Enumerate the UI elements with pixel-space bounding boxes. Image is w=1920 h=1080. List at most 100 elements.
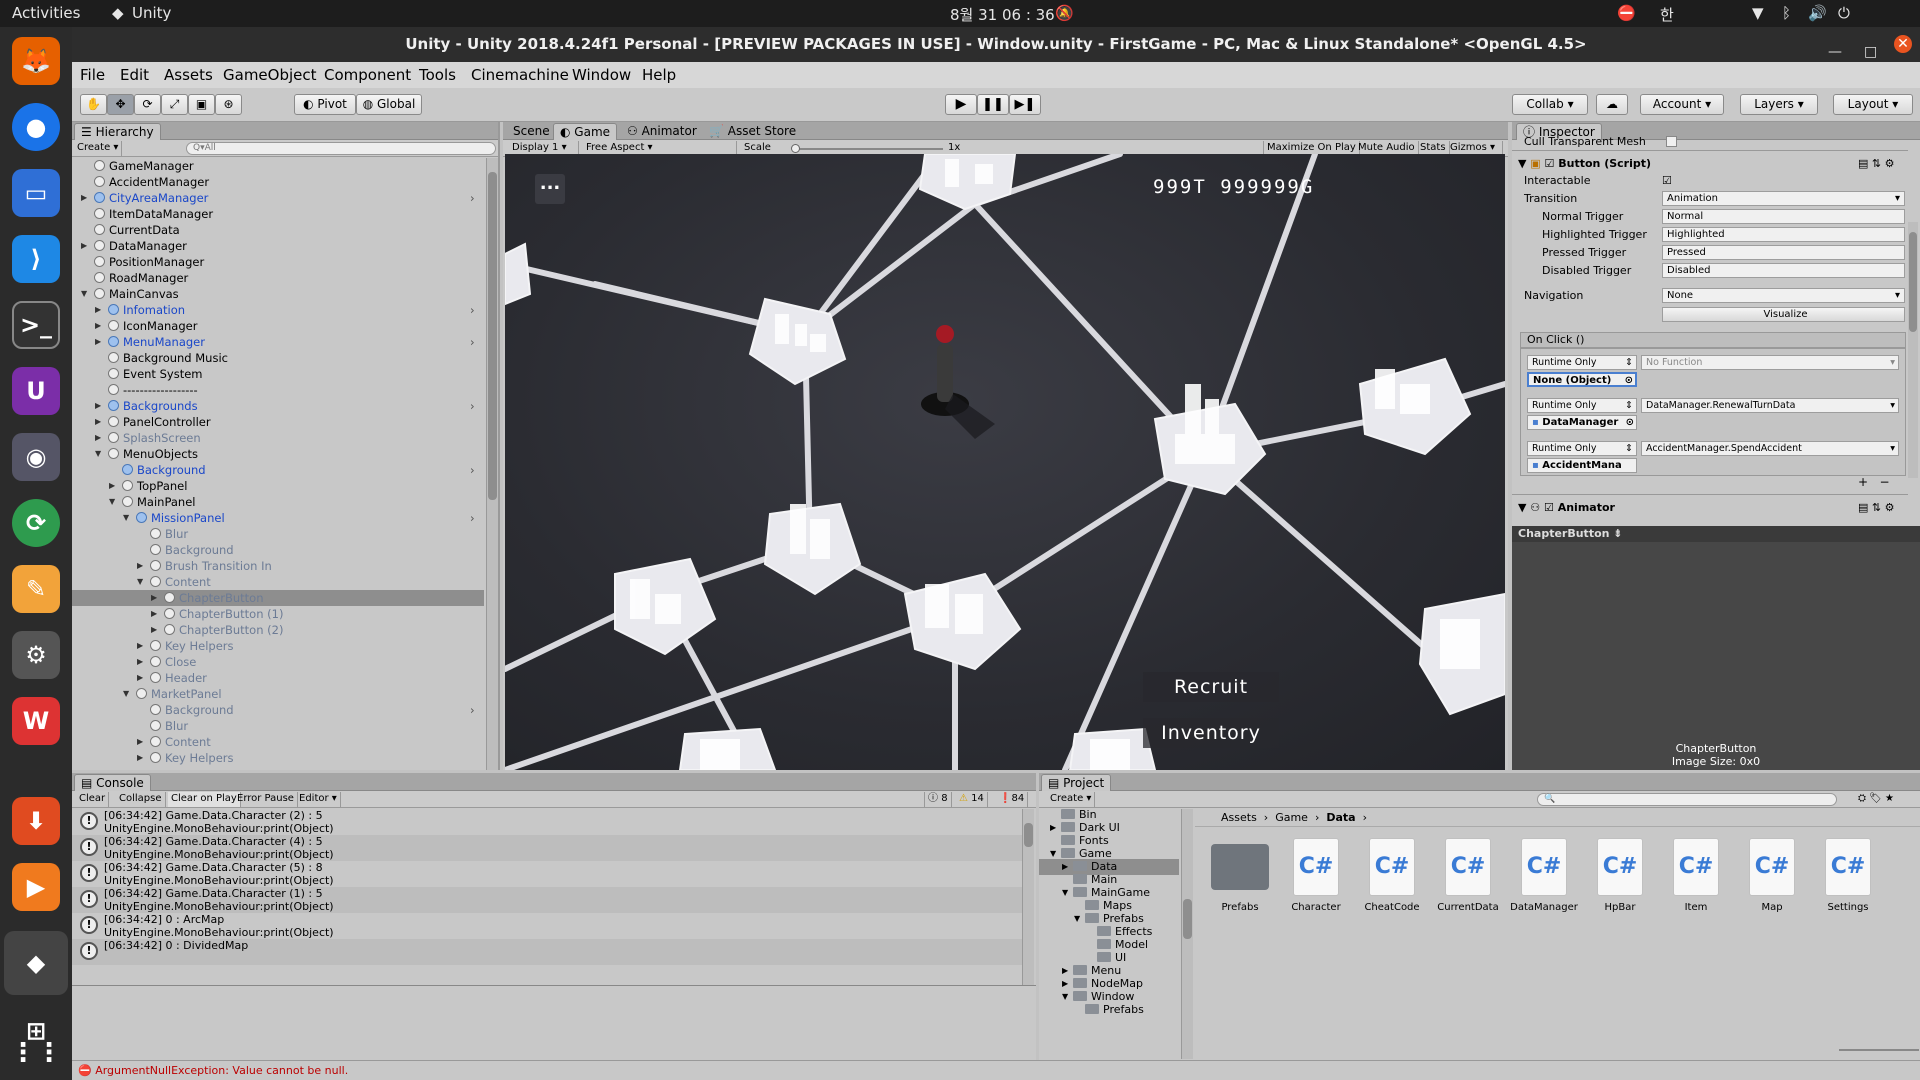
volume-icon[interactable]: 🔊 [1808,4,1827,22]
step-button[interactable]: ▶❚ [1009,94,1041,115]
hierarchy-row[interactable]: ItemDataManager [72,206,484,222]
project-asset[interactable]: C# CheatCode [1357,838,1427,913]
rect-tool-icon[interactable]: ▣ [188,94,215,115]
object-field-2[interactable]: ▪ DataManager ⊙ [1527,415,1637,430]
tab-game[interactable]: ◐ Game [553,123,618,140]
hierarchy-row[interactable]: PositionManager [72,254,484,270]
console-log-entry[interactable]: ! [06:34:42] Game.Data.Character (4) : 5U… [72,835,1030,861]
console-clear-button[interactable]: Clear [76,792,110,807]
button-script-header[interactable]: ▼ ▣ ☑ Button (Script) [1518,156,1651,171]
prefab-open-icon[interactable]: › [470,190,475,206]
menu-assets[interactable]: Assets [164,66,213,84]
prefab-open-icon[interactable]: › [470,462,475,478]
console-log-entry[interactable]: ! [06:34:42] 0 : DividedMap [72,939,1030,965]
collapsed-arrow-icon[interactable]: ▶ [151,622,157,638]
expanded-arrow-icon[interactable]: ▼ [95,446,101,462]
collapsed-arrow-icon[interactable]: ▶ [81,238,87,254]
highlighted-trigger-field[interactable]: Highlighted [1662,227,1905,242]
terminal-icon[interactable]: >_ [12,301,60,349]
pressed-trigger-field[interactable]: Pressed [1662,245,1905,260]
project-tree-scrollbar[interactable] [1181,809,1193,1059]
collapsed-arrow-icon[interactable]: ▶ [95,302,101,318]
visualize-button[interactable]: Visualize [1662,307,1905,322]
menu-help[interactable]: Help [642,66,676,84]
vscode-icon[interactable]: ⟩ [12,235,60,283]
hierarchy-row[interactable]: Background › [72,462,484,478]
hierarchy-row[interactable]: GameManager [72,158,484,174]
console-info-filter[interactable]: ⓘ 8 [924,792,952,807]
console-log-entry[interactable]: ! [06:34:42] Game.Data.Character (1) : 5U… [72,887,1030,913]
unity-hub-icon[interactable]: U [12,367,60,415]
project-asset[interactable]: C# Map [1737,838,1807,913]
collapsed-arrow-icon[interactable]: ▶ [95,414,101,430]
menu-edit[interactable]: Edit [120,66,149,84]
screenshot-icon[interactable]: ◉ [12,433,60,481]
hierarchy-row[interactable]: Event System [72,366,484,382]
hierarchy-row[interactable]: ▶ DataManager [72,238,484,254]
menu-window[interactable]: Window [572,66,631,84]
collab-dropdown[interactable]: Collab ▾ [1512,94,1588,115]
bluetooth-icon[interactable]: ᛒ [1782,4,1791,22]
inspector-scroll-thumb[interactable] [1909,232,1917,332]
expanded-arrow-icon[interactable]: ▼ [137,574,143,590]
collapsed-arrow-icon[interactable]: ▶ [151,590,157,606]
collapsed-arrow-icon[interactable]: ▶ [137,750,143,766]
game-viewport[interactable]: ... 999T 999999G Recruit Inventory [505,154,1505,770]
hierarchy-row[interactable]: ▶ Key Helpers [72,750,484,766]
transform-tool-icon[interactable]: ⊛ [215,94,242,115]
collapsed-arrow-icon[interactable]: ▶ [95,430,101,446]
hierarchy-row[interactable]: Background › [72,702,484,718]
project-asset[interactable]: C# CurrentData [1433,838,1503,913]
object-field-3[interactable]: ▪ AccidentMana [1527,458,1637,473]
expanded-arrow-icon[interactable]: ▼ [81,286,87,302]
runtime-dropdown-2[interactable]: Runtime Only ⇕ [1527,398,1637,413]
app-menu-label[interactable]: Unity [132,4,171,22]
menu-component[interactable]: Component [324,66,411,84]
menu-cinemachine[interactable]: Cinemachine [471,66,569,84]
hierarchy-row[interactable]: Blur [72,526,484,542]
hierarchy-row[interactable]: ▶ CityAreaManager › [72,190,484,206]
scale-slider-thumb[interactable] [791,144,800,153]
cull-transparent-checkbox[interactable] [1666,136,1677,147]
collapsed-arrow-icon[interactable]: ▶ [95,334,101,350]
tab-asset-store[interactable]: 🛒 Asset Store [703,123,802,140]
hierarchy-row[interactable]: ▶ MenuManager › [72,334,484,350]
console-collapse-toggle[interactable]: Collapse [116,792,166,807]
collapsed-arrow-icon[interactable]: ▶ [109,478,115,494]
console-log-entry[interactable]: ! [06:34:42] Game.Data.Character (2) : 5U… [72,809,1030,835]
console-editor-dropdown[interactable]: Editor ▾ [296,792,341,807]
prefab-open-icon[interactable]: › [470,334,475,350]
collapsed-arrow-icon[interactable]: ▶ [95,398,101,414]
console-warning-filter[interactable]: ⚠ 14 [956,792,988,807]
clock[interactable]: 8월 31 06 : 36 [950,4,1055,25]
hierarchy-search-input[interactable]: Q▾All [186,142,496,155]
console-error-filter[interactable]: ❗84 [996,792,1029,807]
pivot-toggle[interactable]: ◐ Pivot [294,94,356,115]
status-bar[interactable]: ⛔ ArgumentNullException: Value cannot be… [72,1060,1920,1080]
hierarchy-scrollbar[interactable] [486,158,498,770]
hierarchy-row[interactable]: Background [72,542,484,558]
transition-dropdown[interactable]: Animation ▾ [1662,191,1905,206]
tab-console[interactable]: ▤ Console [74,774,151,791]
hierarchy-row[interactable]: ▶ Brush Transition In [72,558,484,574]
tab-scene[interactable]: Scene [507,123,556,140]
hierarchy-row[interactable]: ▶ Infomation › [72,302,484,318]
tab-project[interactable]: ▤ Project [1041,774,1112,791]
hierarchy-row[interactable]: Blur [72,718,484,734]
layout-dropdown[interactable]: Layout ▾ [1833,94,1913,115]
preview-header[interactable]: ChapterButton ⇟ [1512,526,1920,542]
project-asset[interactable]: C# Settings [1813,838,1883,913]
hierarchy-row[interactable]: ▼ MainPanel [72,494,484,510]
runtime-dropdown-3[interactable]: Runtime Only ⇕ [1527,441,1637,456]
menu-file[interactable]: File [80,66,105,84]
hierarchy-row[interactable]: ▼ MainCanvas [72,286,484,302]
hierarchy-scroll-thumb[interactable] [488,172,497,500]
project-folder[interactable]: Prefabs [1039,1002,1179,1018]
hierarchy-row[interactable]: ▶ IconManager [72,318,484,334]
hierarchy-row[interactable]: ▶ Header [72,670,484,686]
breadcrumb-assets[interactable]: Assets [1221,811,1257,824]
global-toggle[interactable]: ◍ Global [356,94,422,115]
collapsed-arrow-icon[interactable]: ▶ [81,190,87,206]
pause-button[interactable]: ❚❚ [977,94,1009,115]
account-dropdown[interactable]: Account ▾ [1640,94,1724,115]
